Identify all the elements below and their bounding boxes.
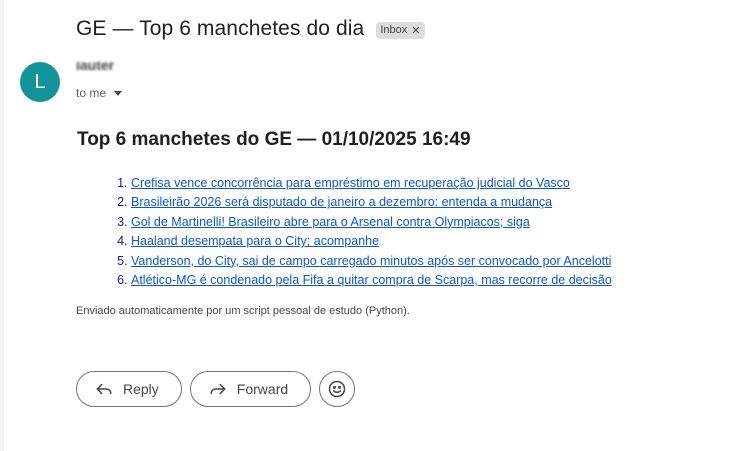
headline-link[interactable]: Atlético-MG é condenado pela Fifa a quit… <box>131 273 612 287</box>
email-footnote: Enviado automaticamente por um script pe… <box>76 305 410 317</box>
close-icon[interactable]: ✕ <box>411 24 420 37</box>
forward-icon <box>210 383 226 395</box>
avatar[interactable]: L <box>20 62 60 102</box>
label-chip-text: Inbox <box>380 24 408 36</box>
list-item: Brasileirão 2026 será disputado de janei… <box>131 193 612 212</box>
email-subject: GE — Top 6 manchetes do dia <box>76 17 365 40</box>
reply-button[interactable]: Reply <box>76 371 182 407</box>
list-item: Gol de Martinelli! Brasileiro abre para … <box>131 213 612 232</box>
list-item: Atlético-MG é condenado pela Fifa a quit… <box>131 271 612 290</box>
forward-label: Forward <box>236 381 289 397</box>
emoji-reaction-icon <box>328 380 346 398</box>
list-item: Haaland desempata para o City; acompanhe <box>131 232 612 251</box>
inbox-label-chip[interactable]: Inbox ✕ <box>376 21 426 39</box>
email-body-title: Top 6 manchetes do GE — 01/10/2025 16:49 <box>77 129 471 150</box>
forward-button[interactable]: Forward <box>189 371 312 407</box>
recipient-details-toggle[interactable]: to me <box>76 86 123 100</box>
left-rail <box>0 0 4 451</box>
reply-label: Reply <box>123 381 159 397</box>
reply-icon <box>96 383 112 395</box>
avatar-letter: L <box>34 70 46 93</box>
recipient-text: to me <box>76 86 107 100</box>
sender-name[interactable]: lauter <box>76 62 114 76</box>
list-item: Vanderson, do City, sai de campo carrega… <box>131 252 612 271</box>
subject-row: GE — Top 6 manchetes do dia Inbox ✕ <box>76 14 426 44</box>
headline-list: Crefisa vence concorrência para emprésti… <box>76 174 612 290</box>
headline-link[interactable]: Brasileirão 2026 será disputado de janei… <box>131 195 552 209</box>
headline-link[interactable]: Vanderson, do City, sai de campo carrega… <box>131 254 611 268</box>
message-actions: Reply Forward <box>76 371 356 407</box>
headline-link[interactable]: Haaland desempata para o City; acompanhe <box>131 234 379 248</box>
emoji-reaction-button[interactable] <box>319 371 356 407</box>
headline-link[interactable]: Crefisa vence concorrência para emprésti… <box>131 176 570 190</box>
chevron-down-icon[interactable] <box>114 91 123 96</box>
headline-link[interactable]: Gol de Martinelli! Brasileiro abre para … <box>131 215 530 229</box>
list-item: Crefisa vence concorrência para emprésti… <box>131 174 612 193</box>
